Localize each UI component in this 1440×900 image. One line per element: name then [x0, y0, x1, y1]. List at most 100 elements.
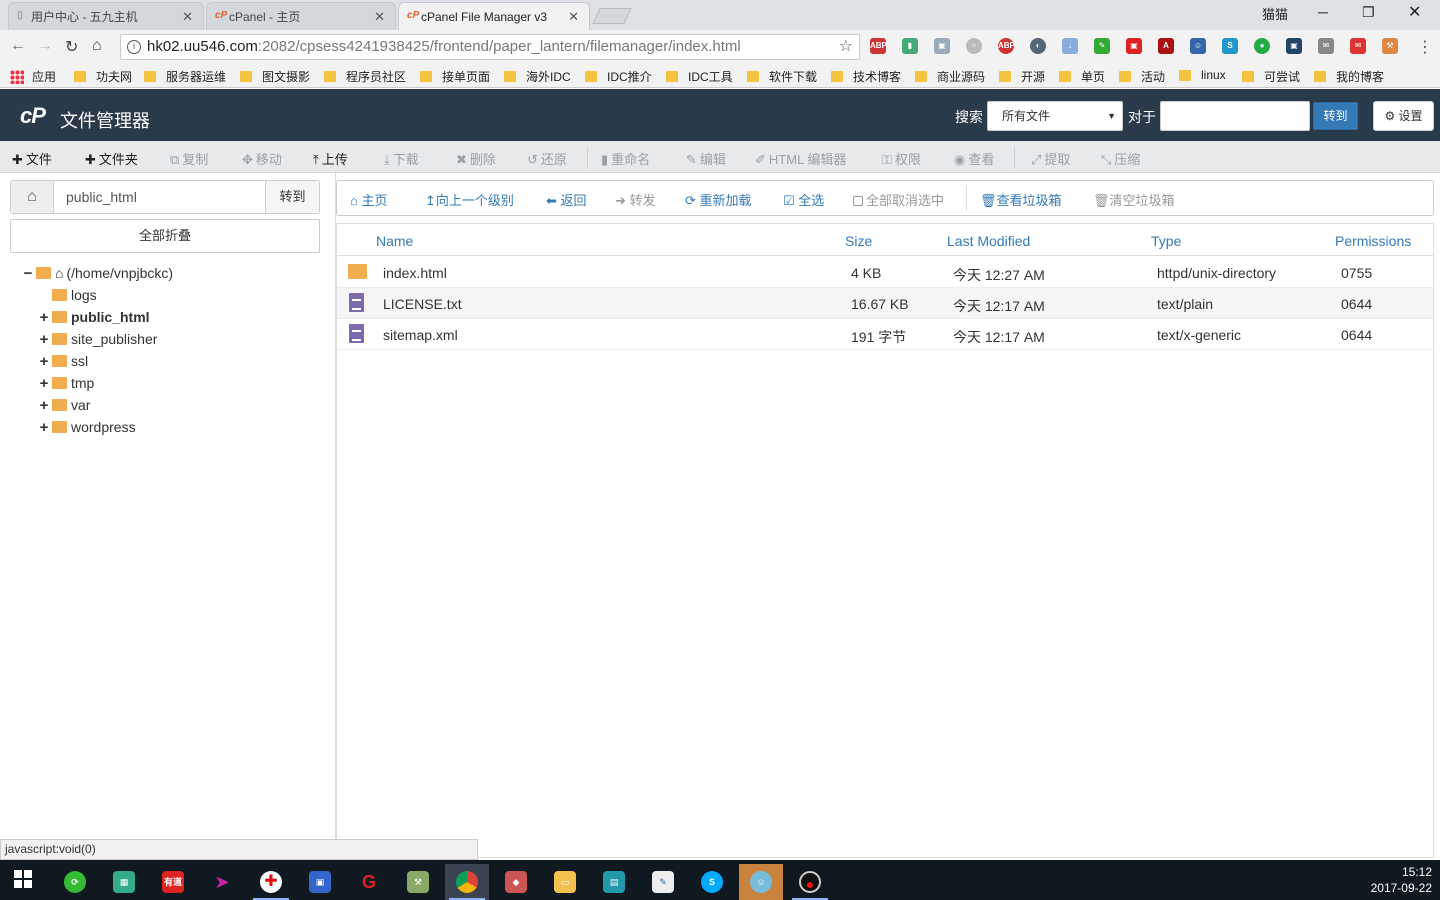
settings-button[interactable]: ⚙ 设置 [1373, 101, 1434, 131]
view-button[interactable]: ◉ 查看 [954, 149, 994, 168]
delete-button[interactable]: ✖ 删除 [456, 149, 496, 168]
upload-button[interactable]: ⤒ 上传 [313, 149, 348, 168]
bookmark-folder[interactable]: linux [1179, 68, 1226, 82]
circle-extension-icon[interactable]: ○ [966, 38, 982, 54]
search-scope-select[interactable]: 所有文件 ▼ [987, 101, 1123, 131]
mail-extension-icon[interactable]: ✉ [1318, 38, 1334, 54]
column-header-size[interactable]: Size [845, 233, 872, 249]
file-row[interactable]: index.html 4 KB 今天 12:27 AM httpd/unix-d… [337, 257, 1433, 288]
taskbar-app-network[interactable]: ▦ [102, 864, 146, 900]
compass-extension-icon[interactable]: ◐ [1030, 38, 1046, 54]
deselect-all-button[interactable]: 全部取消选中 [853, 190, 944, 209]
new-file-button[interactable]: ✚ 文件 [12, 149, 52, 168]
download-button[interactable]: ⤓ 下载 [384, 149, 419, 168]
bookmark-folder[interactable]: 开源 [999, 68, 1045, 85]
profile-name[interactable]: 猫猫 [1262, 4, 1288, 23]
home-directory-button[interactable]: ⌂ [11, 181, 54, 213]
path-input[interactable]: public_html [66, 189, 137, 205]
column-header-permissions[interactable]: Permissions [1335, 233, 1411, 249]
bookmark-folder[interactable]: IDC工具 [666, 68, 733, 85]
taskbar-app-editor[interactable]: ✎ [641, 864, 685, 900]
s-extension-icon[interactable]: S [1222, 38, 1238, 54]
reload-icon[interactable]: ↻ [65, 37, 78, 57]
bookmark-folder[interactable]: 功夫网 [74, 68, 132, 85]
tree-node-home[interactable]: − ⌂ (/home/vnpjbckc) [22, 263, 173, 283]
back-icon[interactable]: ← [10, 37, 26, 55]
close-tab-icon[interactable]: ✕ [374, 9, 385, 25]
new-folder-button[interactable]: ✚ 文件夹 [85, 149, 138, 168]
tree-node-ssl[interactable]: + ssl [38, 351, 89, 371]
browser-tab-3-active[interactable]: cP cPanel File Manager v3 ✕ [398, 2, 590, 30]
bookmark-folder[interactable]: IDC推介 [585, 68, 652, 85]
chart-extension-icon[interactable]: ▮ [902, 38, 918, 54]
mail-checker-icon[interactable]: ✉ [1350, 38, 1366, 54]
bookmark-folder[interactable]: 服务器运维 [144, 68, 226, 85]
html-editor-button[interactable]: ✐ HTML 编辑器 [755, 149, 846, 168]
expand-toggle[interactable]: + [38, 331, 50, 348]
taskbar-app-tools[interactable]: ⚒ [396, 864, 440, 900]
column-header-type[interactable]: Type [1151, 233, 1181, 249]
info-icon[interactable]: i [127, 40, 141, 54]
windows-start-icon[interactable] [14, 870, 32, 888]
taskbar-app-eraser[interactable]: ◆ [494, 864, 538, 900]
close-window-icon[interactable]: ✕ [1408, 2, 1421, 22]
bookmark-folder[interactable]: 接单页面 [420, 68, 490, 85]
bookmark-apps[interactable]: 应用 [10, 68, 56, 85]
tree-node-var[interactable]: + var [38, 395, 91, 415]
empty-trash-button[interactable]: 🗑清空垃圾箱 [1093, 190, 1175, 209]
taskbar-app-active[interactable]: ☺ [739, 864, 783, 900]
restore-icon[interactable]: ❐ [1362, 4, 1375, 21]
eyedropper-extension-icon[interactable]: ✎ [1094, 38, 1110, 54]
view-trash-button[interactable]: 🗑查看垃圾箱 [980, 190, 1062, 209]
expand-toggle[interactable]: + [38, 397, 50, 414]
nav-up-level-button[interactable]: ↥向上一个级别 [425, 190, 514, 209]
extract-button[interactable]: ⤢ 提取 [1031, 149, 1070, 168]
pdf-extension-icon[interactable]: A [1158, 38, 1174, 54]
minimize-icon[interactable]: ─ [1318, 4, 1328, 20]
cpanel-logo[interactable]: cP [20, 103, 46, 129]
taskbar-app-send[interactable]: ➤ [200, 864, 244, 900]
forward-icon[interactable]: → [37, 37, 53, 55]
expand-toggle[interactable]: + [38, 375, 50, 392]
person-extension-icon[interactable]: ☺ [1190, 38, 1206, 54]
nav-forward-button[interactable]: ➜ 转发 [615, 190, 656, 209]
browser-tab-2[interactable]: cP cPanel - 主页 ✕ [206, 2, 396, 30]
tree-node-wordpress[interactable]: + wordpress [38, 417, 136, 437]
nav-back-button[interactable]: ⬅ 返回 [546, 190, 587, 209]
new-tab-button[interactable] [592, 8, 632, 24]
image-extension-icon[interactable]: ▣ [934, 38, 950, 54]
tree-node-site-publisher[interactable]: + site_publisher [38, 329, 158, 349]
collapse-all-button[interactable]: 全部折叠 [10, 219, 320, 253]
search-input[interactable] [1160, 101, 1310, 131]
copy-button[interactable]: ⧉ 复制 [170, 149, 208, 168]
file-row[interactable]: LICENSE.txt 16.67 KB 今天 12:17 AM text/pl… [337, 288, 1433, 319]
bookmark-folder[interactable]: 可尝试 [1242, 68, 1300, 85]
taskbar-app-youdao[interactable]: 有道 [151, 864, 195, 900]
bookmark-folder[interactable]: 海外IDC [504, 68, 571, 85]
red-extension-icon[interactable]: ▣ [1126, 38, 1142, 54]
move-button[interactable]: ✥ 移动 [242, 149, 282, 168]
bookmark-folder[interactable]: 单页 [1059, 68, 1105, 85]
bookmark-folder[interactable]: 程序员社区 [324, 68, 406, 85]
tree-node-public-html[interactable]: + public_html [38, 307, 150, 327]
adblock-plus-icon[interactable]: ABP [998, 38, 1015, 54]
expand-toggle[interactable]: + [38, 309, 50, 326]
green-extension-icon[interactable]: ● [1254, 38, 1270, 54]
compress-button[interactable]: ⤡ 压缩 [1101, 149, 1140, 168]
select-all-button[interactable]: ☑ 全选 [783, 190, 824, 209]
bookmark-star-icon[interactable]: ☆ [839, 35, 853, 59]
collapse-toggle[interactable]: − [22, 265, 34, 282]
taskbar-app-red-cross[interactable]: ✚ [249, 864, 293, 900]
tree-node-tmp[interactable]: + tmp [38, 373, 95, 393]
column-header-name[interactable]: Name [376, 233, 413, 249]
screenshot-extension-icon[interactable]: ▣ [1286, 38, 1302, 54]
bookmark-folder[interactable]: 图文摄影 [240, 68, 310, 85]
rename-button[interactable]: ▮ 重命名 [601, 149, 650, 168]
hammer-extension-icon[interactable]: ⚒ [1382, 38, 1398, 54]
permissions-button[interactable]: ⚿ 权限 [882, 149, 921, 168]
expand-toggle[interactable]: + [38, 353, 50, 370]
taskbar-app-photos[interactable]: ▤ [592, 864, 636, 900]
system-clock[interactable]: 15:12 2017-09-22 [1371, 864, 1432, 896]
expand-toggle[interactable]: + [38, 419, 50, 436]
restore-button[interactable]: ↺ 还原 [527, 149, 567, 168]
